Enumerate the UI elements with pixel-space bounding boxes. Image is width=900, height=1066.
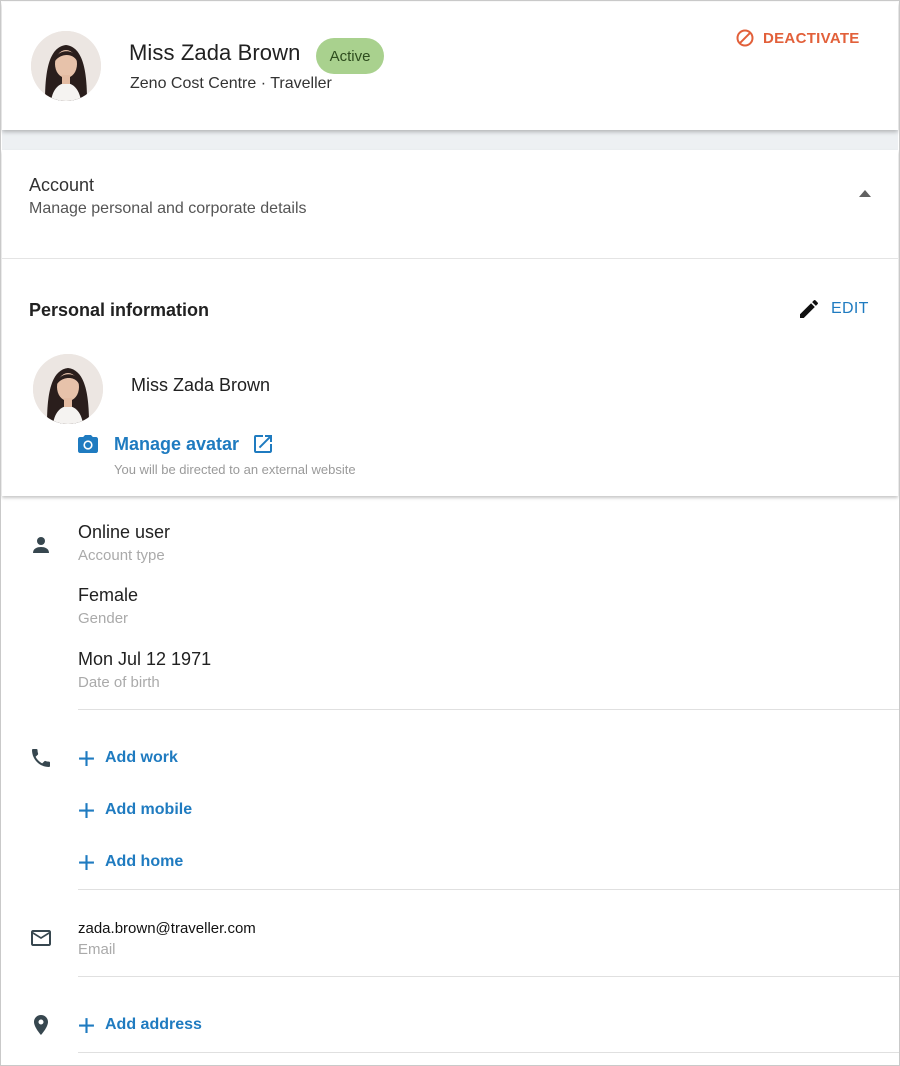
plus-icon [79, 802, 94, 818]
divider [78, 1052, 899, 1053]
caret-up-icon [859, 189, 871, 197]
status-badge: Active [316, 38, 384, 74]
location-icon [29, 1013, 53, 1037]
add-address-link[interactable]: Add address [78, 1016, 202, 1034]
profile-header: Miss Zada Brown Active Zeno Cost Centre … [2, 2, 898, 130]
edit-label: EDIT [831, 300, 869, 317]
add-mobile-label: Add mobile [105, 801, 193, 818]
manage-avatar-link[interactable]: Manage avatar [114, 434, 239, 455]
manage-avatar-row: Manage avatar [76, 432, 275, 456]
dob-label: Date of birth [78, 674, 160, 691]
add-home-phone-link[interactable]: Add home [78, 853, 183, 871]
divider [78, 976, 899, 977]
divider [78, 889, 899, 890]
external-link-icon[interactable] [251, 432, 275, 456]
add-work-phone-link[interactable]: Add work [78, 749, 178, 767]
gender-value: Female [78, 585, 139, 605]
section-gap [2, 130, 898, 150]
account-section: Account Manage personal and corporate de… [2, 150, 898, 496]
gender-label: Gender [78, 610, 129, 627]
personal-info-title: Personal information [29, 300, 210, 320]
phone-icon [29, 746, 53, 770]
dob-value: Mon Jul 12 1971 [78, 649, 212, 669]
user-name: Miss Zada Brown [129, 40, 301, 65]
collapse-toggle[interactable] [856, 186, 874, 200]
account-subtitle: Manage personal and corporate details [29, 200, 307, 217]
external-note: You will be directed to an external webs… [114, 462, 356, 477]
pencil-icon [800, 299, 819, 318]
personal-info-name: Miss Zada Brown [131, 375, 271, 395]
email-label: Email [78, 941, 116, 958]
user-subtitle: Zeno Cost Centre · Traveller [130, 75, 332, 92]
deactivate-button[interactable]: DEACTIVATE [735, 27, 860, 49]
add-mobile-phone-link[interactable]: Add mobile [78, 801, 192, 819]
block-icon [736, 29, 754, 47]
add-address-label: Add address [105, 1016, 202, 1033]
person-icon [29, 533, 53, 557]
email-value: zada.brown@traveller.com [78, 920, 256, 937]
deactivate-label: DEACTIVATE [763, 29, 860, 47]
avatar [33, 354, 103, 424]
add-home-label: Add home [105, 853, 184, 870]
account-title: Account [29, 175, 95, 195]
plus-icon [79, 854, 94, 870]
divider [2, 258, 898, 259]
account-type-label: Account type [78, 547, 165, 564]
profile-page: Miss Zada Brown Active Zeno Cost Centre … [0, 0, 900, 1066]
plus-icon [79, 750, 94, 766]
edit-button[interactable]: EDIT [797, 297, 869, 321]
account-type-value: Online user [78, 522, 171, 542]
plus-icon [79, 1017, 94, 1033]
camera-icon [78, 435, 98, 453]
add-work-label: Add work [105, 749, 178, 766]
mail-icon [29, 926, 53, 950]
divider [78, 709, 899, 710]
avatar [31, 31, 101, 101]
